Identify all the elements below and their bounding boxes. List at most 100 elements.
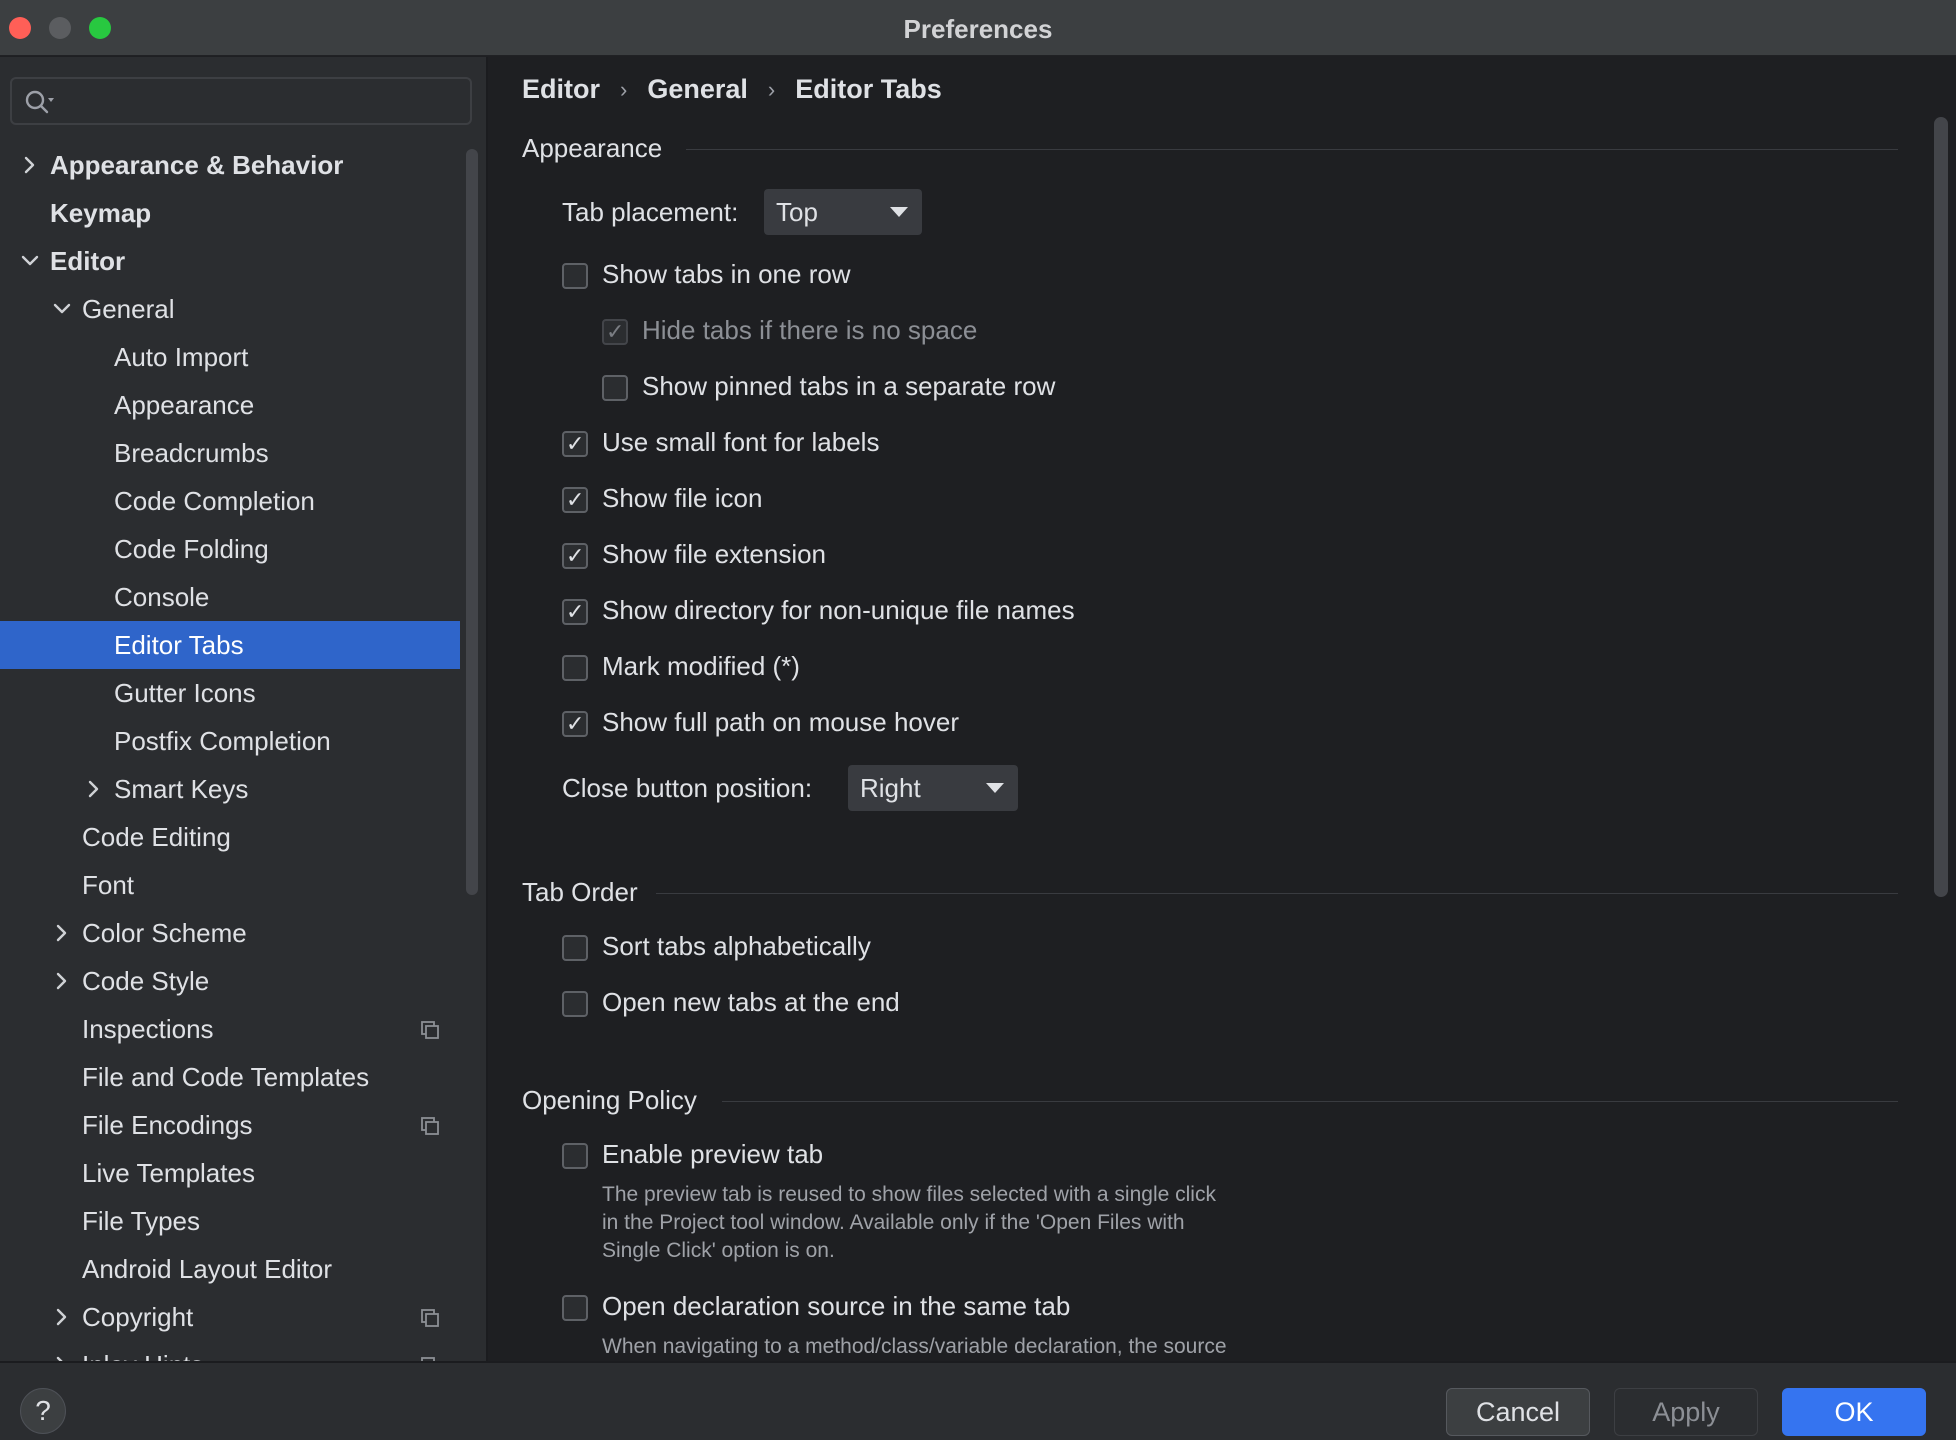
chevron-right-icon[interactable] [84, 779, 104, 799]
sidebar-item-file-and-code-templates[interactable]: File and Code Templates [0, 1053, 460, 1101]
checkmark-icon: ✓ [606, 319, 625, 344]
sidebar-item-appearance[interactable]: Appearance [0, 381, 460, 429]
settings-content: Editor › General › Editor Tabs Appearance Ta… [490, 57, 1956, 1361]
checkbox-label: Show pinned tabs in a separate row [642, 371, 1056, 401]
sidebar-item-label: Code Editing [82, 822, 231, 852]
checkmark-icon: ✓ [566, 543, 585, 568]
section-title-opening-policy: Opening Policy [522, 1085, 697, 1115]
description-line: The preview tab is reused to show files … [602, 1183, 1216, 1206]
sidebar-item-label: Android Layout Editor [82, 1254, 333, 1284]
tab-placement-dropdown[interactable]: Top [764, 189, 922, 235]
settings-search-input[interactable] [10, 77, 472, 125]
sidebar-item-font[interactable]: Font [0, 861, 460, 909]
section-title-tab-order: Tab Order [522, 877, 638, 907]
checkbox-box[interactable] [562, 263, 588, 289]
checkbox-box[interactable] [562, 1143, 588, 1169]
checkbox-box[interactable]: ✓ [562, 711, 588, 737]
sidebar-item-label: Code Completion [114, 486, 315, 516]
sidebar-item-color-scheme[interactable]: Color Scheme [0, 909, 460, 957]
sidebar-item-label: Editor [50, 246, 126, 276]
chevron-down-icon [890, 207, 908, 217]
checkbox-box[interactable] [562, 991, 588, 1017]
sidebar-item-label: Inspections [82, 1014, 214, 1044]
cancel-button[interactable]: Cancel [1446, 1388, 1590, 1436]
chevron-right-icon[interactable] [52, 1307, 72, 1327]
sidebar-item-label: General [82, 294, 175, 324]
checkbox-label: Show file extension [602, 539, 827, 569]
sidebar-item-appearance-behavior[interactable]: Appearance & Behavior [0, 141, 460, 189]
checkbox-box[interactable] [602, 375, 628, 401]
checkmark-icon: ✓ [566, 599, 585, 624]
sidebar-item-inspections[interactable]: Inspections [0, 1005, 460, 1053]
chevron-right-icon[interactable] [20, 155, 40, 175]
project-settings-icon [421, 1021, 439, 1039]
checkbox-label: Show directory for non-unique file names [602, 595, 1075, 625]
window-title: Preferences [903, 14, 1053, 44]
sidebar-scrollbar[interactable] [466, 149, 478, 895]
sidebar-item-console[interactable]: Console [0, 573, 460, 621]
checkbox-label: Open new tabs at the end [602, 987, 900, 1017]
checkbox-box[interactable]: ✓ [562, 487, 588, 513]
sidebar-item-label: Console [114, 582, 210, 612]
chevron-down-icon[interactable] [52, 299, 72, 319]
tab-placement-label: Tab placement: [562, 197, 739, 227]
sidebar-item-general[interactable]: General [0, 285, 460, 333]
project-settings-icon [421, 1309, 439, 1327]
sidebar-item-gutter-icons[interactable]: Gutter Icons [0, 669, 460, 717]
sidebar-item-auto-import[interactable]: Auto Import [0, 333, 460, 381]
chevron-right-icon[interactable] [52, 923, 72, 943]
sidebar-item-breadcrumbs[interactable]: Breadcrumbs [0, 429, 460, 477]
sidebar-item-label: Code Folding [114, 534, 269, 564]
close-button-position-dropdown[interactable]: Right [848, 765, 1018, 811]
sidebar-item-live-templates[interactable]: Live Templates [0, 1149, 460, 1197]
breadcrumb-item-general[interactable]: General [647, 74, 748, 105]
sidebar-item-code-folding[interactable]: Code Folding [0, 525, 460, 573]
checkbox-box[interactable] [562, 655, 588, 681]
settings-tree: Appearance & Behavior Keymap Editor General… [0, 141, 460, 1361]
description-line: in the Project tool window. Available on… [602, 1211, 1185, 1234]
sidebar-item-editor-tabs[interactable]: Editor Tabs [0, 621, 460, 669]
breadcrumb-separator-icon: › [620, 76, 628, 102]
description-line: Single Click' option is on. [602, 1239, 835, 1262]
breadcrumb-item-editor[interactable]: Editor [522, 74, 600, 105]
content-scrollbar[interactable] [1934, 117, 1948, 897]
sidebar-item-code-completion[interactable]: Code Completion [0, 477, 460, 525]
sidebar-item-label: File Encodings [82, 1110, 253, 1140]
sidebar-item-code-style[interactable]: Code Style [0, 957, 460, 1005]
sidebar-item-android-layout-editor[interactable]: Android Layout Editor [0, 1245, 460, 1293]
sidebar-item-inlay-hints[interactable]: Inlay Hints [0, 1341, 460, 1361]
chevron-down-icon[interactable] [20, 251, 40, 271]
apply-button[interactable]: Apply [1614, 1388, 1758, 1436]
sidebar-item-file-encodings[interactable]: File Encodings [0, 1101, 460, 1149]
chevron-right-icon[interactable] [52, 971, 72, 991]
checkmark-icon: ✓ [566, 711, 585, 736]
preview-tab-description: The preview tab is reused to show files … [602, 1181, 1216, 1265]
sidebar-item-label: Auto Import [114, 342, 249, 372]
sidebar-item-code-editing[interactable]: Code Editing [0, 813, 460, 861]
sidebar-item-file-types[interactable]: File Types [0, 1197, 460, 1245]
sidebar-item-label: Live Templates [82, 1158, 255, 1188]
sidebar-item-label: Appearance & Behavior [50, 150, 344, 180]
breadcrumb-separator-icon: › [767, 76, 776, 102]
title-bar: Preferences [0, 0, 1956, 56]
checkbox-box[interactable]: ✓ [562, 543, 588, 569]
sidebar-item-postfix-completion[interactable]: Postfix Completion [0, 717, 460, 765]
search-icon [25, 90, 54, 114]
checkbox-box[interactable] [562, 1295, 588, 1321]
checkbox-box[interactable]: ✓ [562, 431, 588, 457]
checkbox-label: Show tabs in one row [602, 259, 851, 289]
checkbox-label: Sort tabs alphabetically [602, 931, 871, 961]
sidebar-item-label: File and Code Templates [82, 1062, 370, 1092]
sidebar-item-copyright[interactable]: Copyright [0, 1293, 460, 1341]
help-button[interactable]: ? [20, 1388, 66, 1434]
sidebar-item-editor[interactable]: Editor [0, 237, 460, 285]
breadcrumb: Editor › General › Editor Tabs [522, 73, 942, 113]
sidebar-item-keymap[interactable]: Keymap [0, 189, 460, 237]
close-button-position-label: Close button position: [562, 773, 813, 803]
checkbox-box[interactable]: ✓ [562, 599, 588, 625]
sidebar-item-smart-keys[interactable]: Smart Keys [0, 765, 460, 813]
sidebar-item-label: Breadcrumbs [114, 438, 269, 468]
ok-button[interactable]: OK [1782, 1388, 1926, 1436]
sidebar-item-label: Color Scheme [82, 918, 247, 948]
checkbox-box[interactable] [562, 935, 588, 961]
